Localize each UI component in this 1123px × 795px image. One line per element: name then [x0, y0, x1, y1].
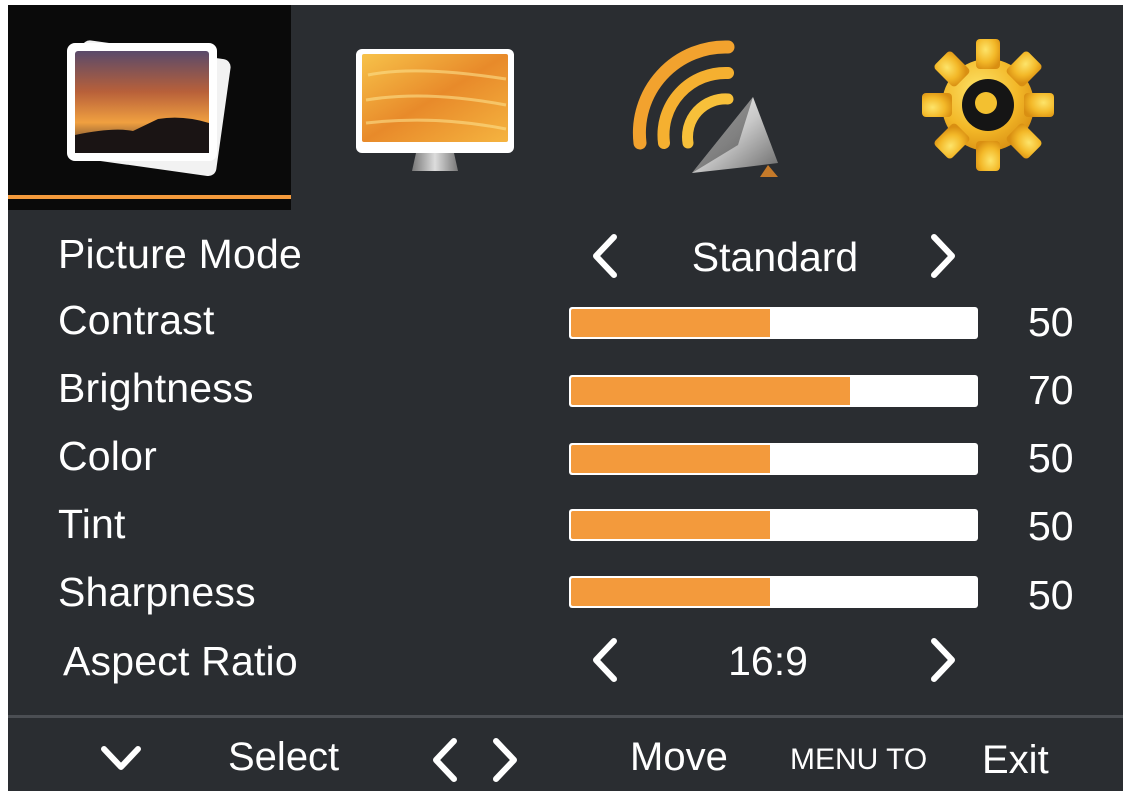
- tint-value: 50: [1028, 503, 1074, 549]
- contrast-label: Contrast: [58, 297, 215, 343]
- tab-picture[interactable]: [8, 5, 291, 210]
- brightness-label: Brightness: [58, 365, 254, 411]
- brightness-slider-fill: [571, 377, 851, 405]
- color-slider-fill: [571, 445, 771, 473]
- sharpness-value: 50: [1028, 572, 1074, 618]
- footer-exit-label: Exit: [982, 738, 1049, 782]
- chevron-right-icon[interactable]: [922, 231, 962, 281]
- chevron-right-icon[interactable]: [922, 635, 962, 685]
- chevron-down-icon: [101, 746, 141, 770]
- color-slider[interactable]: [569, 443, 978, 475]
- footer-select-label: Select: [228, 735, 340, 779]
- tab-display[interactable]: [338, 5, 538, 210]
- sharpness-slider-fill: [571, 578, 771, 606]
- brightness-slider[interactable]: [569, 375, 978, 407]
- osd-menu: Picture Mode Standard Contrast 50 Bright…: [8, 5, 1123, 791]
- picture-mode-value: Standard: [691, 234, 859, 280]
- tint-slider-fill: [571, 511, 771, 539]
- contrast-value: 50: [1028, 299, 1074, 345]
- gear-icon: [922, 39, 1054, 171]
- sharpness-label: Sharpness: [58, 569, 256, 615]
- selected-tab-indicator: [8, 195, 291, 199]
- footer-move-label: Move: [630, 735, 728, 779]
- tab-signal[interactable]: [608, 5, 808, 210]
- photo-icon: [67, 40, 231, 177]
- monitor-icon: [356, 49, 514, 171]
- sharpness-slider[interactable]: [569, 576, 978, 608]
- contrast-slider-fill: [571, 309, 771, 337]
- left-right-arrows-icon: [433, 738, 517, 782]
- color-label: Color: [58, 433, 157, 479]
- footer-divider: [8, 715, 1123, 718]
- color-value: 50: [1028, 435, 1074, 481]
- contrast-slider[interactable]: [569, 307, 978, 339]
- satellite-dish-icon: [632, 40, 778, 177]
- brightness-value: 70: [1028, 367, 1074, 413]
- tab-settings[interactable]: [888, 5, 1088, 210]
- picture-mode-label: Picture Mode: [58, 231, 302, 277]
- tint-label: Tint: [58, 501, 126, 547]
- tint-slider[interactable]: [569, 509, 978, 541]
- aspect-ratio-label: Aspect Ratio: [63, 638, 298, 684]
- chevron-left-icon[interactable]: [586, 231, 626, 281]
- footer-menu-to-label: MENU TO: [790, 743, 928, 776]
- aspect-ratio-value: 16:9: [728, 638, 808, 684]
